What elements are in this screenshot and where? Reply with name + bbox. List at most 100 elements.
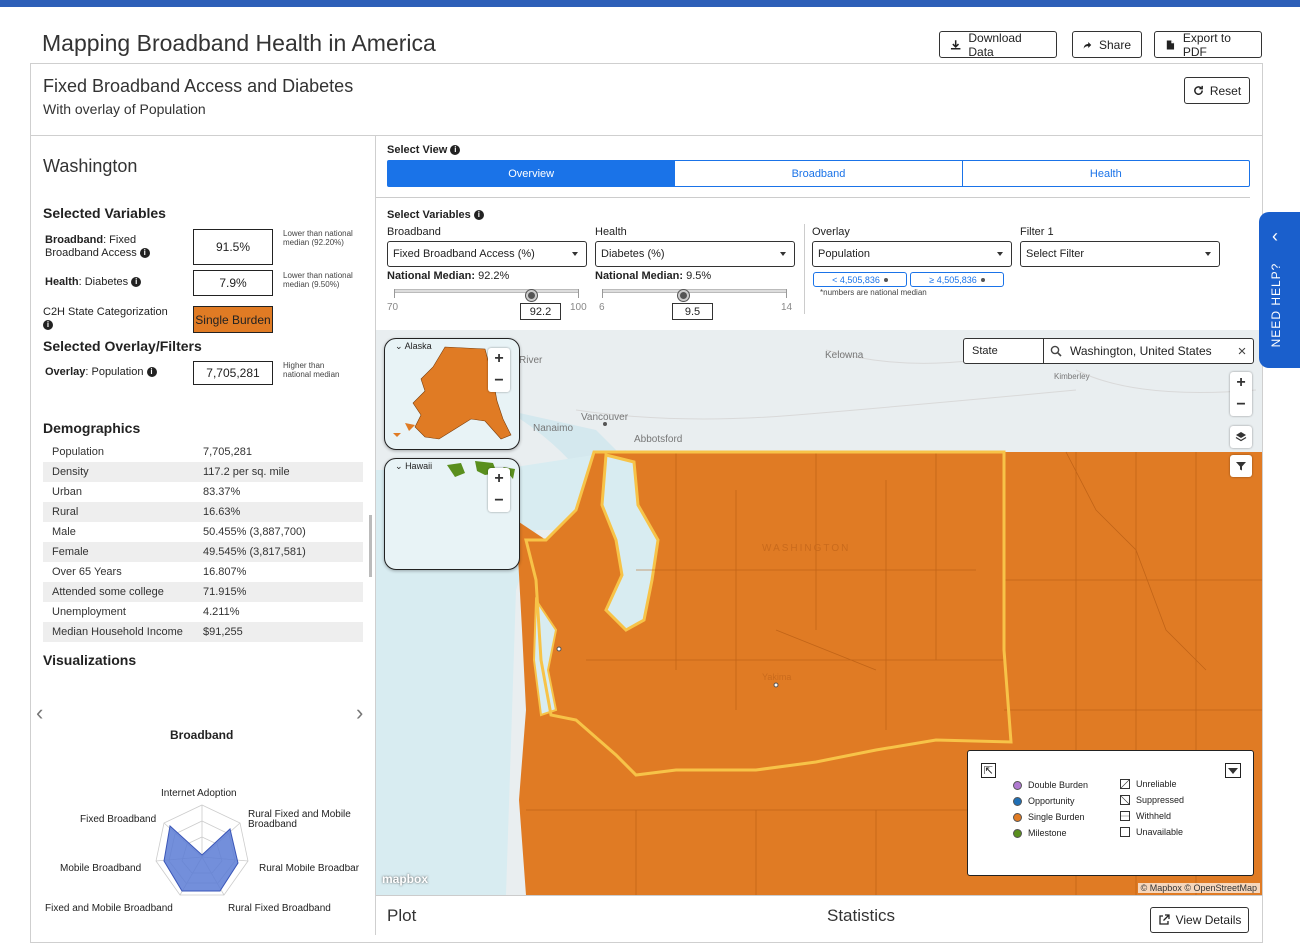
overlay-range-low[interactable]: < 4,505,836 <box>813 272 907 287</box>
view-details-button[interactable]: View Details <box>1150 907 1249 933</box>
overlay-select[interactable]: Population <box>812 241 1012 267</box>
demo-value: 83.37% <box>203 486 241 498</box>
layers-icon[interactable] <box>1230 426 1252 448</box>
select-variables-label: Select Variables i <box>387 209 484 221</box>
inset-map-hawaii[interactable]: ⌄ Hawaii + − <box>384 458 520 570</box>
inset-map-alaska[interactable]: ⌄ Alaska + − <box>384 338 520 450</box>
health-slider-handle[interactable] <box>678 290 689 301</box>
broadband-slider-value[interactable]: 92.2 <box>520 303 561 320</box>
close-icon[interactable]: × <box>1231 339 1253 363</box>
export-pdf-label: Export to PDF <box>1182 30 1231 59</box>
zoom-out-icon[interactable]: − <box>488 370 510 392</box>
radar-chart <box>155 804 249 896</box>
overlay-prefix: Overlay <box>45 366 86 378</box>
health-slider-value[interactable]: 9.5 <box>672 303 713 320</box>
legend-withheld-label: Withheld <box>1136 811 1172 821</box>
demographics-heading: Demographics <box>43 420 141 436</box>
zoom-in-icon[interactable]: + <box>488 468 510 490</box>
reset-button[interactable]: Reset <box>1184 77 1250 104</box>
table-row: Attended some college 71.915% <box>43 582 363 602</box>
slider-tick <box>578 289 579 298</box>
legend-double-burden-label: Double Burden <box>1028 780 1089 790</box>
chevron-down-icon <box>572 252 578 256</box>
select-variables-label-text: Select Variables <box>387 209 471 221</box>
legend-single-burden: Single Burden <box>1013 812 1085 822</box>
zoom-out-icon[interactable]: − <box>1230 394 1252 416</box>
statistics-heading: Statistics <box>827 906 896 925</box>
left-panel-scrollbar[interactable] <box>369 515 372 577</box>
health-field-label: Health <box>595 226 627 238</box>
download-icon <box>950 39 961 50</box>
share-label: Share <box>1098 37 1131 52</box>
map-place-kimberley: Kimberley <box>1054 372 1090 381</box>
selected-overlay-heading: Selected Overlay/Filters <box>43 338 202 354</box>
select-view-label-text: Select View <box>387 144 448 156</box>
demo-value: 4.211% <box>203 606 240 618</box>
info-icon[interactable]: i <box>473 210 484 221</box>
c2h-label: C2H State Categorization i <box>43 306 168 332</box>
info-icon[interactable]: i <box>131 277 142 288</box>
health-median-label: National Median: <box>595 270 684 282</box>
share-button[interactable]: Share <box>1072 31 1142 58</box>
layers-control[interactable] <box>1230 426 1252 448</box>
need-help-label: NEED HELP? <box>1269 262 1283 348</box>
hatch-icon <box>1120 779 1130 789</box>
search-scope-select[interactable]: State <box>964 339 1044 363</box>
carousel-prev-icon[interactable]: ‹ <box>36 700 43 726</box>
broadband-select-value: Fixed Broadband Access (%) <box>393 248 535 260</box>
broadband-slider-track[interactable] <box>394 289 579 293</box>
chevron-down-icon[interactable]: ⌄ <box>395 341 403 351</box>
health-select[interactable]: Diabetes (%) <box>595 241 795 267</box>
demo-key: Female <box>52 546 89 558</box>
expand-arrow-icon[interactable]: ⇱ <box>981 763 996 778</box>
selected-state-name: Washington <box>43 156 138 176</box>
dot-icon <box>980 277 985 282</box>
demographics-table: Population 7,705,281 Density 117.2 per sq.… <box>43 442 363 642</box>
chevron-down-icon[interactable] <box>1225 763 1241 778</box>
zoom-in-icon[interactable]: + <box>1230 372 1252 394</box>
search-icon <box>1050 345 1062 357</box>
download-data-button[interactable]: Download Data <box>939 31 1057 59</box>
export-pdf-button[interactable]: Export to PDF <box>1154 30 1262 59</box>
pdf-file-icon <box>1166 39 1175 50</box>
slider-tick <box>394 289 395 298</box>
need-help-tab[interactable]: ‹ NEED HELP? <box>1259 212 1300 368</box>
broadband-slider-handle[interactable] <box>526 290 537 301</box>
filter-select[interactable]: Select Filter <box>1020 241 1220 267</box>
info-icon[interactable]: i <box>43 320 53 331</box>
legend-dot-icon <box>1013 780 1022 790</box>
chevron-down-icon[interactable]: ⌄ <box>395 461 403 471</box>
hatch-icon <box>1120 795 1130 805</box>
c2h-category-badge: Single Burden <box>193 306 273 333</box>
overlay-variable-name: : Population <box>85 366 144 378</box>
reset-icon <box>1193 85 1203 95</box>
demo-value: 16.807% <box>203 566 247 578</box>
legend-dot-icon <box>1013 796 1022 806</box>
chevron-down-icon <box>1205 252 1211 256</box>
tab-health[interactable]: Health <box>963 161 1249 186</box>
demo-value: $91,255 <box>203 626 243 638</box>
chevron-left-icon: ‹ <box>1272 226 1278 246</box>
legend-milestone: Milestone <box>1013 828 1067 838</box>
overlay-range-high[interactable]: ≥ 4,505,836 <box>910 272 1004 287</box>
health-slider-min: 6 <box>599 302 605 313</box>
tab-overview[interactable]: Overview <box>388 161 676 186</box>
zoom-in-icon[interactable]: + <box>488 348 510 370</box>
info-icon[interactable]: i <box>450 145 461 156</box>
dot-icon <box>883 277 888 282</box>
health-slider-track[interactable] <box>602 289 787 293</box>
tab-broadband[interactable]: Broadband <box>675 161 963 186</box>
zoom-out-icon[interactable]: − <box>488 490 510 512</box>
search-input[interactable]: Washington, United States <box>1044 339 1231 363</box>
filter-control[interactable] <box>1230 455 1252 477</box>
map-attribution[interactable]: © Mapbox © OpenStreetMap <box>1137 883 1260 893</box>
carousel-next-icon[interactable]: › <box>356 700 363 726</box>
filter-icon[interactable] <box>1230 455 1252 477</box>
overlay-footnote: *numbers are national median <box>820 288 927 297</box>
radar-label-mobile: Mobile Broadband <box>60 863 142 874</box>
slider-tick <box>602 289 603 298</box>
info-icon[interactable]: i <box>146 367 157 378</box>
info-icon[interactable]: i <box>139 248 150 259</box>
broadband-select[interactable]: Fixed Broadband Access (%) <box>387 241 587 267</box>
table-row: Rural 16.63% <box>43 502 363 522</box>
